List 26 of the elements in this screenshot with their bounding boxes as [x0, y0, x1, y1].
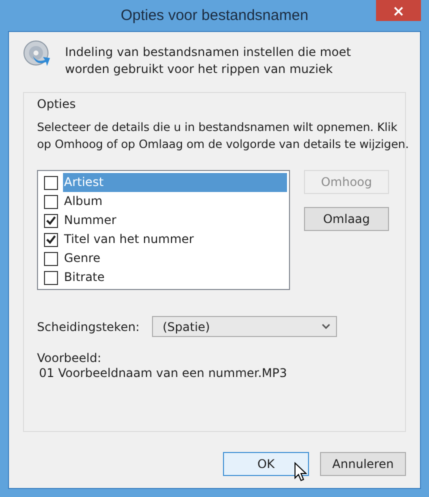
ok-button[interactable]: OK: [223, 452, 309, 476]
group-title: Opties: [37, 97, 76, 111]
checkbox[interactable]: [44, 232, 58, 246]
window-title: Opties voor bestandsnamen: [120, 7, 308, 24]
checkbox[interactable]: [44, 270, 58, 284]
list-item[interactable]: Genre: [63, 249, 287, 268]
description-text: Indeling van bestandsnamen instellen die moet worden gebruikt voor het rippen van muziek: [65, 44, 352, 78]
instructions-text: Selecteer de details die u in bestandsnamen wilt opnemen. Klik op Omhoog of op Omlaag om de volgorde van details te wijzigen.: [37, 119, 409, 153]
preview-label: Voorbeeld:: [37, 351, 102, 365]
separator-dropdown[interactable]: (Spatie): [152, 316, 337, 337]
disc-icon: [23, 40, 51, 68]
list-item[interactable]: Titel van het nummer: [63, 230, 287, 249]
cancel-button[interactable]: Annuleren: [320, 452, 406, 476]
move-down-button[interactable]: Omlaag: [304, 207, 389, 231]
checkbox[interactable]: [44, 194, 58, 208]
chevron-down-icon: [322, 324, 330, 329]
list-item[interactable]: Nummer: [63, 211, 287, 230]
checkbox[interactable]: [44, 214, 58, 228]
checkbox[interactable]: [44, 176, 58, 190]
list-item[interactable]: Bitrate: [63, 268, 287, 287]
separator-label: Scheidingsteken:: [37, 320, 140, 334]
list-item[interactable]: Album: [63, 192, 287, 211]
close-button[interactable]: ×: [376, 0, 421, 21]
preview-text: 01 Voorbeeldnaam van een nummer.MP3: [39, 366, 288, 380]
cursor-icon: [294, 462, 307, 482]
checkbox[interactable]: [44, 252, 58, 266]
